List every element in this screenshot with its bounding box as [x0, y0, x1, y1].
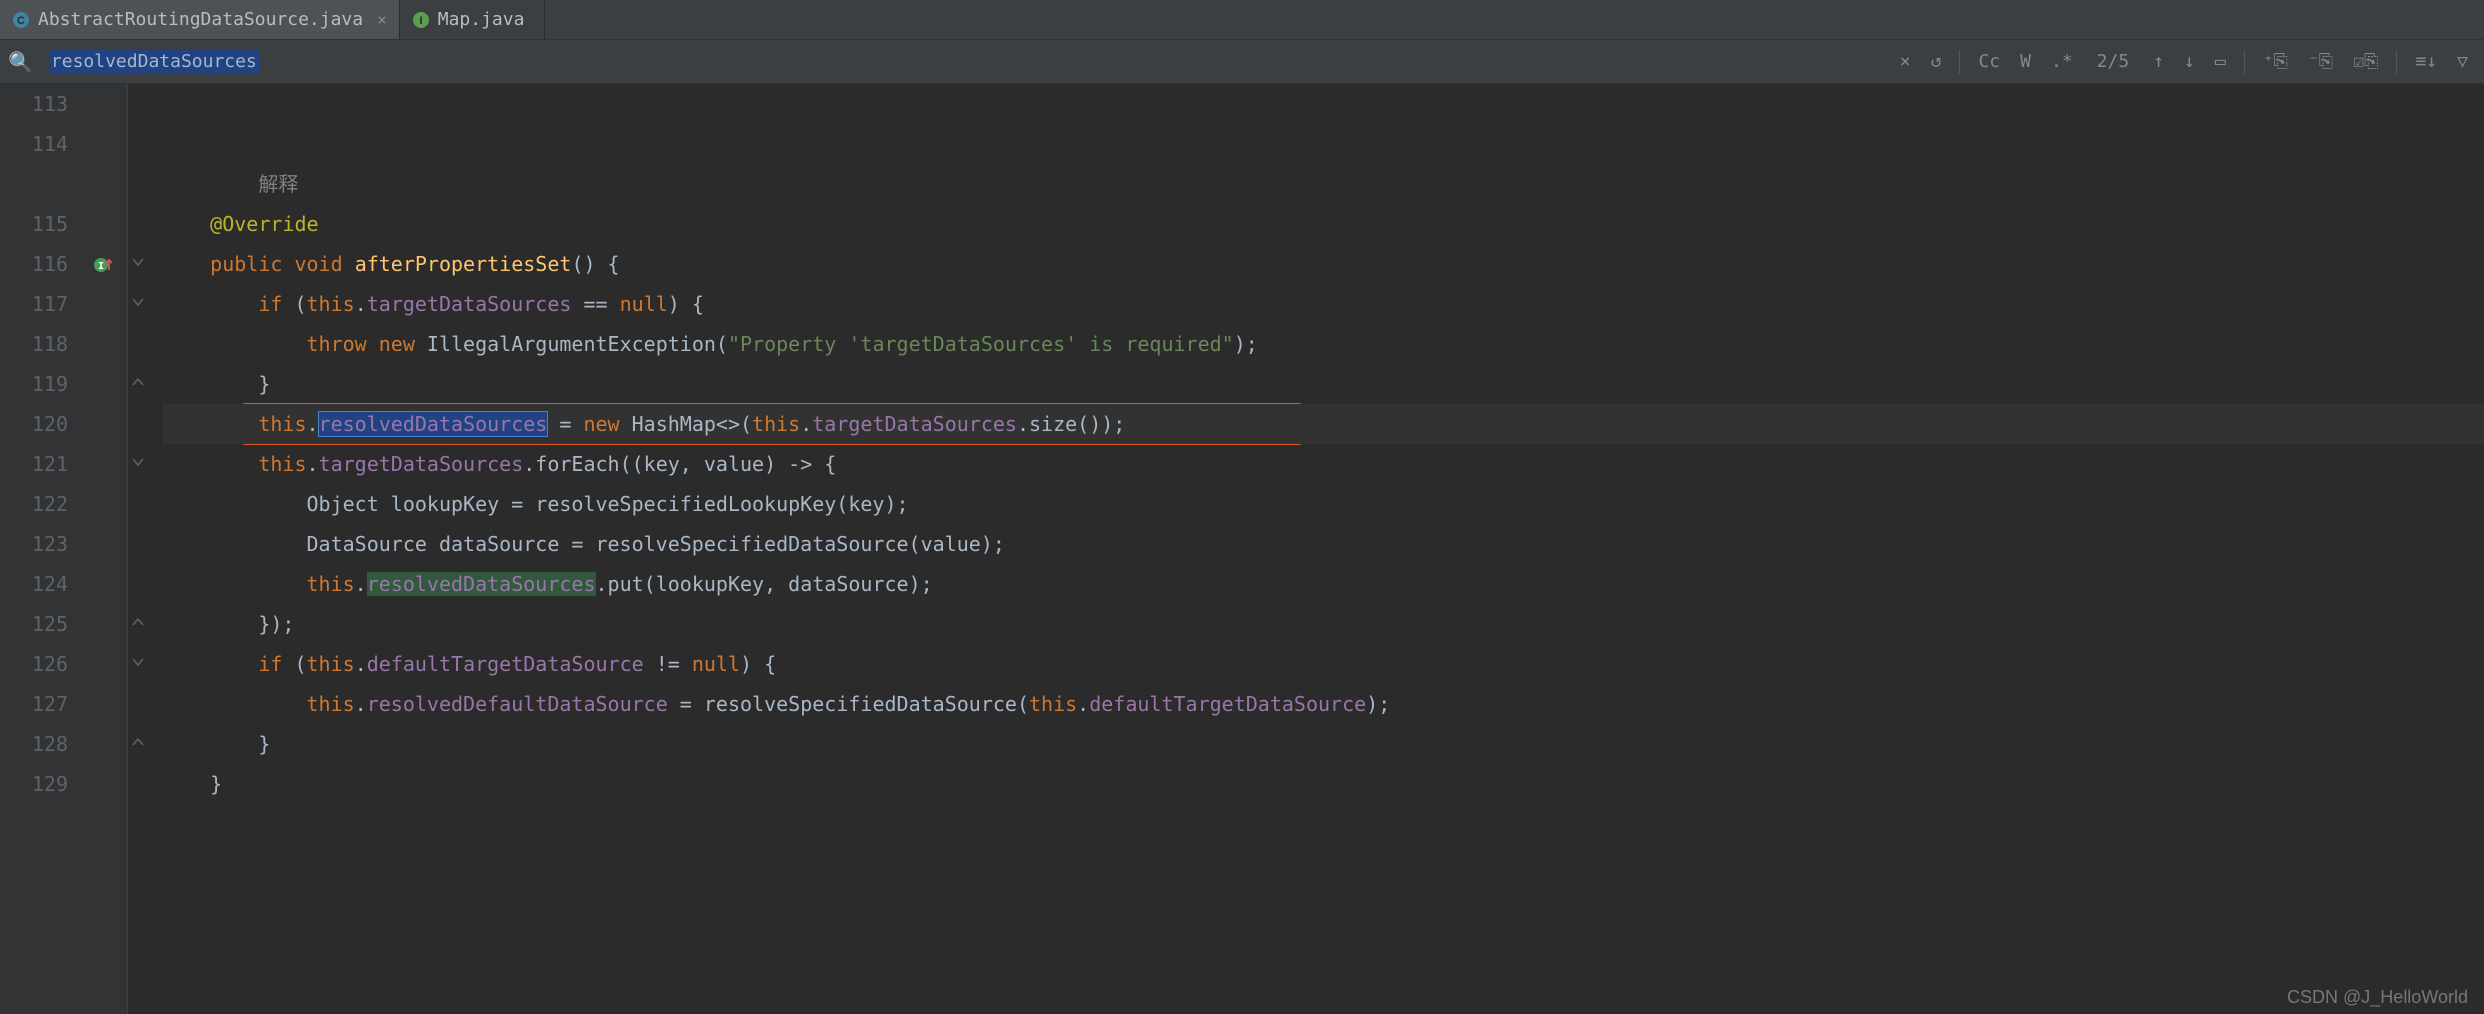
file-type-icon: C: [12, 11, 30, 29]
line-number: 115: [0, 204, 68, 244]
tab-1[interactable]: I Map.java: [400, 0, 546, 39]
code-line[interactable]: [162, 124, 2484, 164]
line-number: 120: [0, 404, 68, 444]
svg-text:I: I: [419, 15, 422, 27]
remove-selection-button[interactable]: ⁻⎘: [2300, 47, 2341, 76]
whole-words-toggle[interactable]: W: [2012, 47, 2039, 76]
code-line[interactable]: }: [162, 764, 2484, 804]
tab-label: Map.java: [438, 9, 525, 30]
fold-open-icon[interactable]: [132, 456, 144, 472]
fold-open-icon[interactable]: [132, 656, 144, 672]
code-line[interactable]: 解释: [162, 164, 2484, 204]
file-type-icon: I: [412, 11, 430, 29]
divider: [2396, 50, 2397, 74]
marker-column: I: [92, 84, 128, 1014]
code-line[interactable]: });: [162, 604, 2484, 644]
watermark: CSDN @J_HelloWorld: [2287, 987, 2468, 1008]
add-selection-button[interactable]: ⁺⎘: [2255, 47, 2296, 76]
line-number: 114: [0, 124, 68, 164]
more-options-button[interactable]: ≡↓: [2407, 47, 2445, 76]
code-line[interactable]: DataSource dataSource = resolveSpecified…: [162, 524, 2484, 564]
code-line[interactable]: throw new IllegalArgumentException("Prop…: [162, 324, 2484, 364]
select-all-button[interactable]: ☑⎘: [2345, 47, 2386, 76]
line-number: 129: [0, 764, 68, 804]
line-number: 121: [0, 444, 68, 484]
fold-close-icon[interactable]: [132, 736, 144, 752]
fold-column: [128, 84, 152, 1014]
search-match: resolvedDataSources: [319, 412, 548, 436]
code-line[interactable]: this.resolvedDataSources.put(lookupKey, …: [162, 564, 2484, 604]
editor: 1131141151161171181191201211221231241251…: [0, 84, 2484, 1014]
line-number: 128: [0, 724, 68, 764]
line-number: 125: [0, 604, 68, 644]
svg-text:I: I: [98, 261, 104, 272]
override-marker-icon[interactable]: I: [94, 255, 112, 273]
line-number: [0, 164, 68, 204]
code-line[interactable]: this.resolvedDataSources = new HashMap<>…: [162, 404, 2484, 444]
regex-toggle[interactable]: .*: [2043, 47, 2081, 76]
code-line[interactable]: }: [162, 724, 2484, 764]
line-number: 116: [0, 244, 68, 284]
match-case-toggle[interactable]: Cc: [1970, 47, 2008, 76]
line-number: 113: [0, 84, 68, 124]
code-line[interactable]: public void afterPropertiesSet() {: [162, 244, 2484, 284]
line-number: 117: [0, 284, 68, 324]
line-number: 122: [0, 484, 68, 524]
code-area[interactable]: 解释 @Override public void afterProperties…: [152, 84, 2484, 1014]
code-line[interactable]: if (this.targetDataSources == null) {: [162, 284, 2484, 324]
tab-0[interactable]: C AbstractRoutingDataSource.java ×: [0, 0, 400, 39]
divider: [1959, 50, 1960, 74]
find-clear-button[interactable]: ×: [1892, 47, 1919, 76]
find-bar: 🔍 resolvedDataSources × ↺ Cc W .* 2/5 ↑ …: [0, 40, 2484, 84]
line-number: 119: [0, 364, 68, 404]
find-query: resolvedDataSources: [49, 50, 259, 73]
fold-close-icon[interactable]: [132, 616, 144, 632]
next-match-button[interactable]: ↓: [2176, 47, 2203, 76]
select-all-occurrences-button[interactable]: ▭: [2207, 47, 2234, 76]
find-input-wrapper[interactable]: resolvedDataSources: [49, 51, 259, 72]
code-line[interactable]: @Override: [162, 204, 2484, 244]
line-number-gutter: 1131141151161171181191201211221231241251…: [0, 84, 92, 1014]
divider: [2244, 50, 2245, 74]
line-number: 126: [0, 644, 68, 684]
fold-open-icon[interactable]: [132, 256, 144, 272]
code-line[interactable]: if (this.defaultTargetDataSource != null…: [162, 644, 2484, 684]
code-line[interactable]: }: [162, 364, 2484, 404]
code-line[interactable]: [162, 84, 2484, 124]
line-number: 124: [0, 564, 68, 604]
code-line[interactable]: Object lookupKey = resolveSpecifiedLooku…: [162, 484, 2484, 524]
tab-bar: C AbstractRoutingDataSource.java × I Map.jav…: [0, 0, 2484, 40]
find-history-button[interactable]: ↺: [1923, 47, 1950, 76]
prev-match-button[interactable]: ↑: [2145, 47, 2172, 76]
match-count: 2/5: [2097, 51, 2130, 72]
tab-label: AbstractRoutingDataSource.java: [38, 9, 363, 30]
fold-open-icon[interactable]: [132, 296, 144, 312]
code-line[interactable]: this.resolvedDefaultDataSource = resolve…: [162, 684, 2484, 724]
close-icon[interactable]: ×: [377, 10, 387, 29]
svg-text:C: C: [17, 15, 25, 27]
line-number: 123: [0, 524, 68, 564]
search-match: resolvedDataSources: [367, 572, 596, 596]
filter-button[interactable]: ▽: [2449, 47, 2476, 76]
line-number: 127: [0, 684, 68, 724]
fold-close-icon[interactable]: [132, 376, 144, 392]
search-icon: 🔍: [8, 50, 33, 74]
line-number: 118: [0, 324, 68, 364]
code-line[interactable]: this.targetDataSources.forEach((key, val…: [162, 444, 2484, 484]
